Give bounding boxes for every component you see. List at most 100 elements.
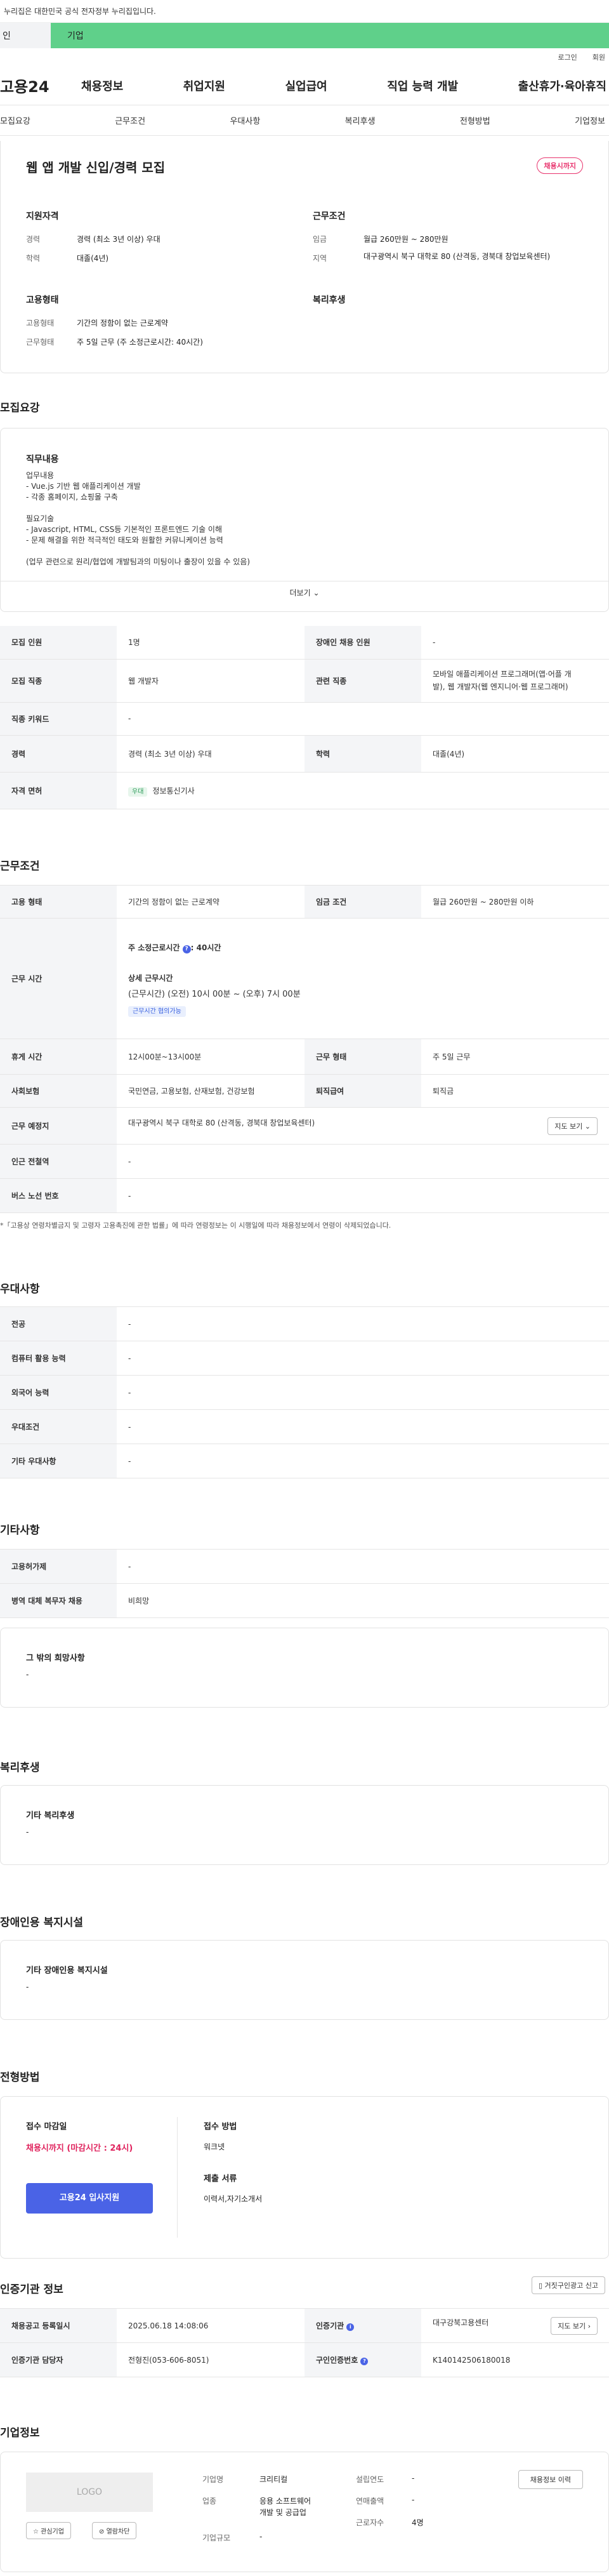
gnb-item-jobs[interactable]: 채용정보: [81, 77, 123, 94]
qual-value: 경력 (최소 3년 이상) 우대: [77, 235, 160, 244]
table-value: 국민연금, 고용보험, 산재보험, 건강보험: [117, 1074, 304, 1108]
apply-button[interactable]: 고용24 입사지원: [26, 2183, 153, 2214]
block-label: 열람차단: [106, 2528, 130, 2535]
table-key: 인증기관 i: [304, 2308, 421, 2343]
info-icon[interactable]: ?: [182, 945, 191, 953]
table-value: -: [117, 1375, 609, 1410]
table-key: 사회보험: [0, 1074, 117, 1108]
table-value: -: [117, 702, 609, 736]
more-button[interactable]: 더보기 ⌄: [1, 587, 608, 598]
auth-map-button[interactable]: 지도 보기 ›: [551, 2316, 598, 2335]
duty-line: - 문제 해결을 위한 적극적인 태도와 원활한 커뮤니케이션 능력: [26, 536, 223, 545]
qual-value: 대졸(4년): [77, 254, 109, 263]
gnb-item-parental-leave[interactable]: 출산휴가·육아휴직: [518, 77, 606, 94]
auth-table: 채용공고 등록일시 2025.06.18 14:08:06 인증기관 i 대구강북고용…: [0, 2308, 609, 2377]
report-button-label: 거짓구인광고 신고: [544, 2281, 598, 2290]
duty-text: 업무내용 - Vue.js 기반 웹 애플리케이션 개발 - 각종 홈페이지, …: [26, 470, 250, 568]
employee-count-value: 4명: [412, 2518, 424, 2527]
table-key: 우대조건: [0, 1409, 117, 1444]
section-anchor-nav: 모집요강 근무조건 우대사항 복리후생 전형방법 기업정보: [0, 105, 609, 136]
user-type-tabs: 인 기업: [0, 23, 609, 48]
company-name-value: 크리티컬: [259, 2475, 288, 2484]
duty-card: 직무내용 업무내용 - Vue.js 기반 웹 애플리케이션 개발 - 각종 홈…: [0, 428, 609, 612]
tab-individual[interactable]: 인: [0, 23, 51, 48]
table-value: K140142506180018: [421, 2342, 609, 2377]
table-row: 휴게 시간 12시00분~13시00분 근무 형태 주 5일 근무: [0, 1039, 609, 1075]
preferences-table: 전공 - 컴퓨터 활용 능력 - 외국어 능력 - 우대조건 - 기타 우대사항 -: [0, 1306, 609, 1478]
etc-table: 고용허가제 - 병역 대체 복무자 채용 비희망: [0, 1549, 609, 1618]
detail-hours-label: 상세 근무시간: [128, 974, 173, 983]
table-key: 기타 우대사항: [0, 1444, 117, 1478]
gnb-item-employment-support[interactable]: 취업지원: [183, 77, 225, 94]
weekly-hours-value: : 40시간: [190, 943, 221, 952]
table-value: 비희망: [117, 1583, 609, 1618]
other-wishes-title: 그 밖의 희망사항: [26, 1654, 85, 1663]
login-link[interactable]: 로그인: [558, 52, 577, 62]
more-label: 더보기: [289, 588, 311, 597]
disabled-facility-value: -: [26, 1982, 29, 1991]
table-row: 모집 직종 웹 개발자 관련 직종 모바일 애플리케이션 프로그래머(앱·어플 개 발)…: [0, 659, 609, 703]
info-icon[interactable]: i: [346, 2323, 355, 2331]
emp-heading: 고용형태: [26, 295, 59, 305]
revenue-value: -: [412, 2495, 415, 2504]
report-fake-ad-button[interactable]: ▯ 거짓구인광고 신고: [531, 2276, 605, 2294]
map-button[interactable]: 지도 보기 ⌄: [547, 1117, 598, 1135]
gov-notice-bar: 누리집은 대한민국 공식 전자정부 누리집입니다.: [0, 0, 609, 23]
table-key: 모집 인원: [0, 626, 117, 660]
block-view-button[interactable]: ⊘ 열람차단: [92, 2522, 137, 2539]
favorite-label: 관심기업: [41, 2528, 64, 2535]
anchor-preferences[interactable]: 우대사항: [230, 114, 260, 126]
signup-link[interactable]: 회원: [593, 52, 605, 62]
anchor-process[interactable]: 전형방법: [460, 114, 490, 126]
cond-value: 월급 260만원 ~ 280만원: [363, 235, 449, 244]
table-value: -: [117, 1178, 609, 1213]
table-value: 경력 (최소 3년 이상) 우대: [117, 735, 304, 773]
anchor-company[interactable]: 기업정보: [575, 114, 605, 126]
document-icon: ▯: [538, 2281, 543, 2290]
table-key: 모집 직종: [0, 659, 117, 703]
table-key: 인근 전철역: [0, 1144, 117, 1179]
map-button-label: 지도 보기: [554, 1122, 583, 1131]
table-row: 컴퓨터 활용 능력 -: [0, 1341, 609, 1376]
job-history-button[interactable]: 채용정보 이력: [518, 2470, 583, 2489]
auth-org-label: 인증기관: [316, 2321, 344, 2330]
favorite-company-button[interactable]: ☆ 관심기업: [26, 2522, 71, 2539]
method-label: 접수 방법: [204, 2122, 237, 2132]
table-row: 인근 전철역 -: [0, 1144, 609, 1179]
auth-map-label: 지도 보기: [558, 2321, 586, 2330]
table-key: 학력: [304, 735, 421, 773]
gnb-item-unemployment-benefit[interactable]: 실업급여: [285, 77, 327, 94]
founded-year-value: -: [412, 2474, 415, 2483]
table-key: 휴게 시간: [0, 1039, 117, 1075]
table-value: 모바일 애플리케이션 프로그래머(앱·어플 개 발), 웹 개발자(웹 엔지니어·…: [421, 659, 609, 703]
qual-heading: 지원자격: [26, 211, 59, 222]
chevron-down-icon: ⌄: [584, 1122, 591, 1131]
gnb-item-training[interactable]: 직업 능력 개발: [387, 77, 458, 94]
cond-value: 대구광역시 북구 대학로 80 (산격동, 경북대 창업보육센터): [363, 252, 551, 261]
detail-hours-value: (근무시간) (오전) 10시 00분 ~ (오후) 7시 00분: [128, 990, 301, 999]
info-icon[interactable]: ?: [360, 2358, 369, 2365]
table-value: -: [117, 1549, 609, 1584]
welfare-heading: 복리후생: [313, 295, 346, 305]
section-title-recruit: 모집요강: [0, 402, 40, 415]
duty-line: 업무내용: [26, 471, 55, 480]
table-row: 자격 면허 우대 정보통신기사: [0, 772, 609, 809]
emp-value: 기간의 정함이 없는 근로계약: [77, 319, 168, 328]
anchor-welfare[interactable]: 복리후생: [345, 114, 376, 126]
site-logo[interactable]: 고용24: [0, 74, 70, 96]
table-value: -: [117, 1409, 609, 1444]
founded-year-label: 설립연도: [356, 2475, 384, 2484]
anchor-conditions[interactable]: 근무조건: [115, 114, 145, 126]
related-jobs-line: 모바일 애플리케이션 프로그래머(앱·어플 개: [433, 670, 572, 679]
table-key: 장애인 채용 인원: [304, 626, 421, 660]
duty-line: - Javascript, HTML, CSS등 기본적인 프론트엔드 기술 이…: [26, 525, 223, 534]
table-value: -: [421, 626, 609, 660]
table-row: 인증기관 담당자 전형진(053-606-8051) 구인인증번호 ? K140142…: [0, 2342, 609, 2377]
table-key: 근무 형태: [304, 1039, 421, 1075]
negotiable-tag: 근무시간 협의가능: [128, 1006, 186, 1017]
table-key: 임금 조건: [304, 885, 421, 919]
table-value: 대구강북고용센터 지도 보기 ›: [421, 2308, 609, 2343]
tab-company[interactable]: 기업: [51, 23, 609, 48]
anchor-recruit[interactable]: 모집요강: [0, 114, 30, 126]
auth-org-value: 대구강북고용센터: [433, 2318, 489, 2327]
